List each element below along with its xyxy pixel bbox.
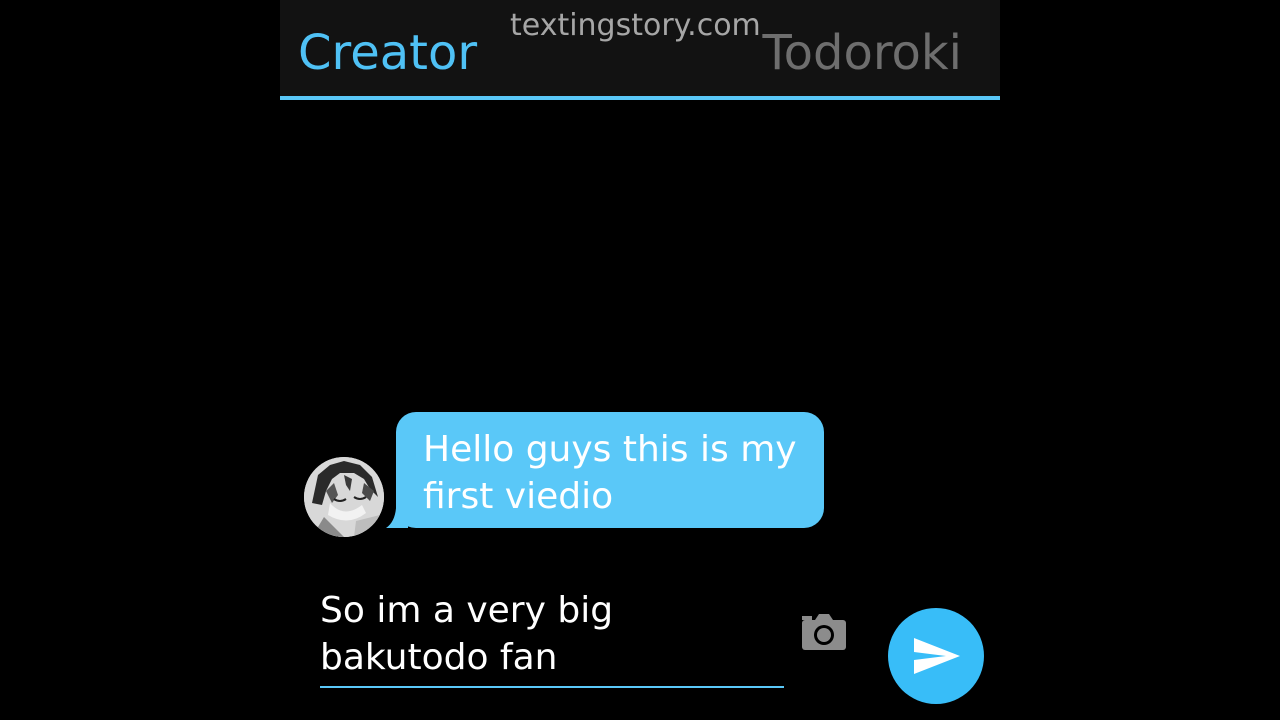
camera-icon <box>802 614 846 650</box>
avatar[interactable] <box>304 457 384 537</box>
watermark: textingstory.com <box>510 8 761 43</box>
camera-button[interactable] <box>796 610 852 658</box>
chat-screen: Creator Todoroki textingstory.com Hello … <box>280 0 1000 720</box>
header-divider <box>280 96 1000 100</box>
chat-header: Creator Todoroki textingstory.com <box>280 0 1000 96</box>
creator-tab[interactable]: Creator <box>298 24 477 82</box>
message-text: Hello guys this is my first viedio <box>423 429 797 517</box>
message-input[interactable]: So im a very big bakutodo fan <box>320 587 790 681</box>
contact-name-tab[interactable]: Todoroki <box>762 24 962 82</box>
send-icon <box>914 638 960 674</box>
send-button[interactable] <box>888 608 984 704</box>
message-bubble[interactable]: Hello guys this is my first viedio <box>396 412 824 528</box>
avatar-image <box>304 457 384 537</box>
input-underline <box>320 686 784 688</box>
